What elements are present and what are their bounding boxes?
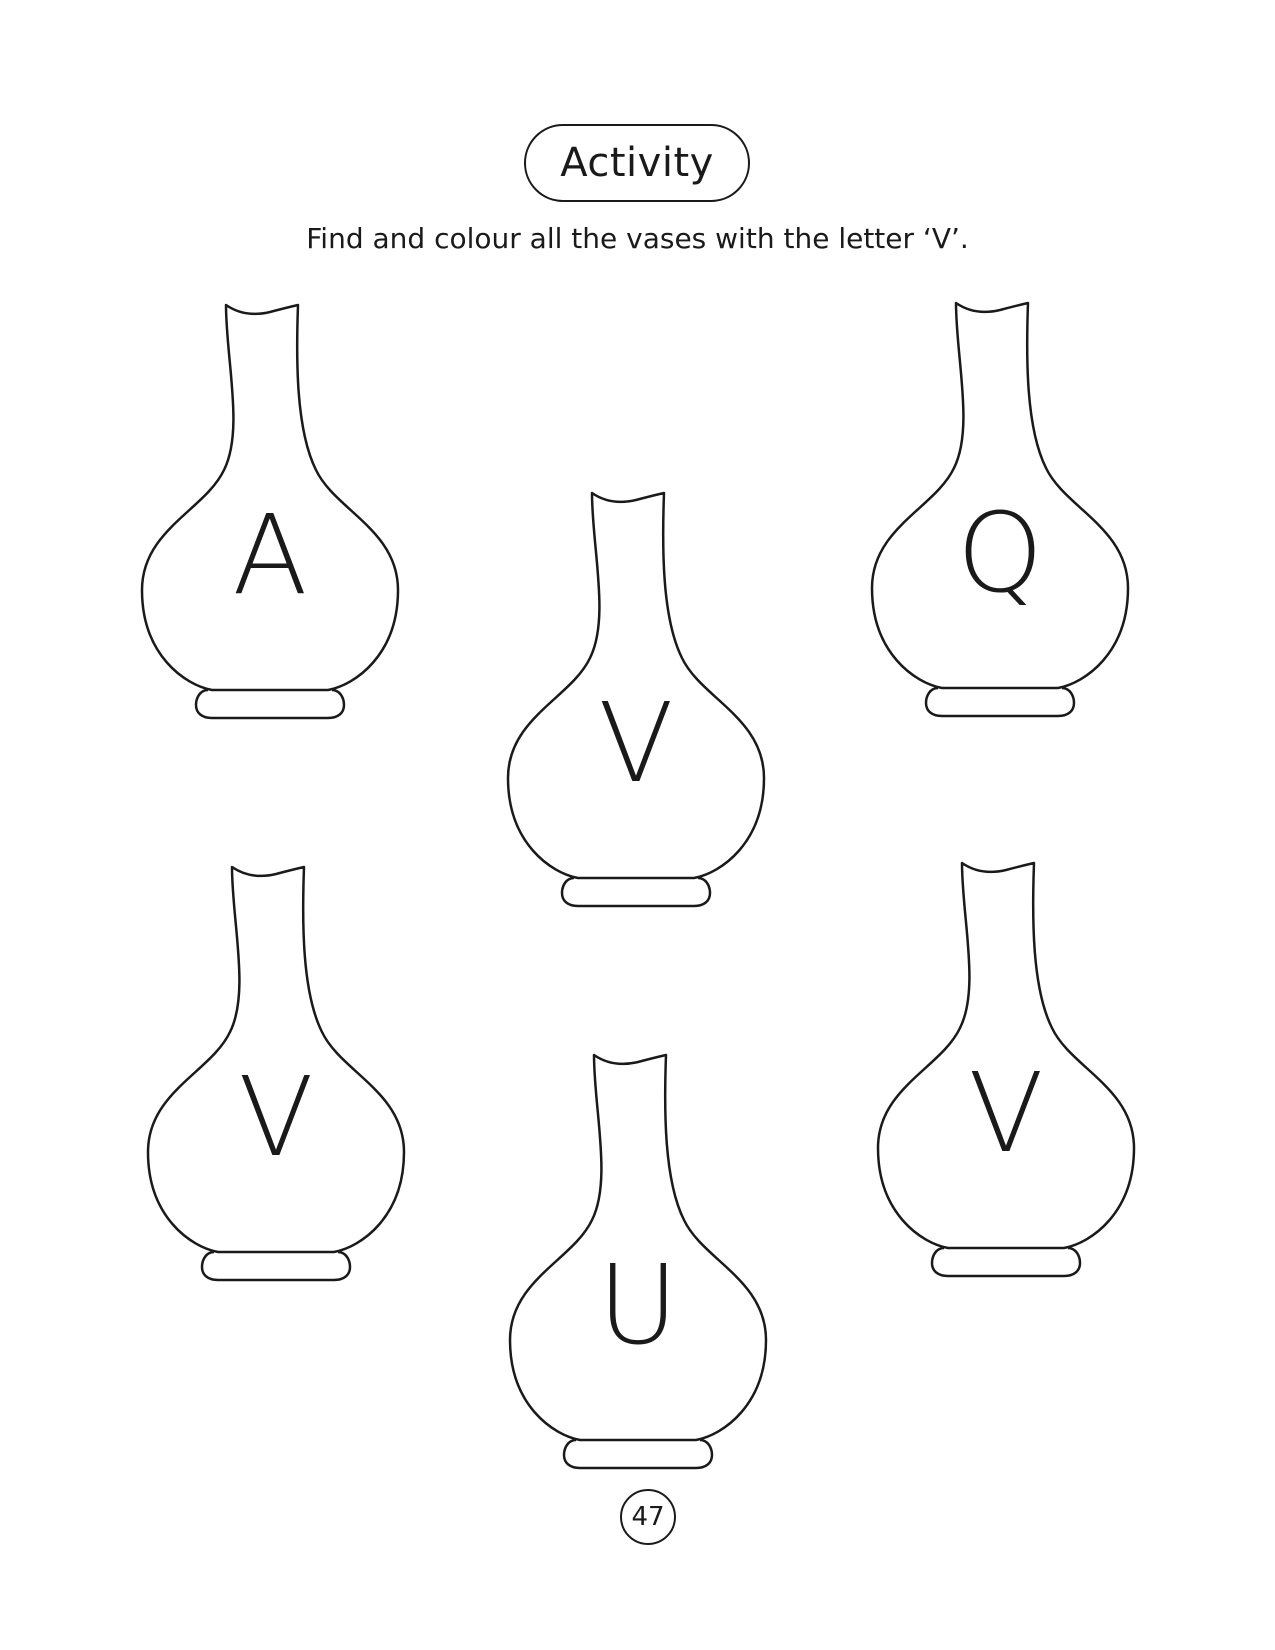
vase-6[interactable]: V bbox=[866, 858, 1146, 1278]
vase-letter: V bbox=[598, 679, 674, 807]
vase-5[interactable]: U bbox=[498, 1050, 778, 1470]
vase-letter: Q bbox=[956, 489, 1044, 617]
page-number: 47 bbox=[620, 1489, 676, 1545]
vase-3[interactable]: Q bbox=[860, 298, 1140, 718]
vase-2[interactable]: V bbox=[496, 488, 776, 908]
vase-4[interactable]: V bbox=[136, 862, 416, 1282]
vase-letter: V bbox=[238, 1053, 314, 1181]
vase-letter: U bbox=[597, 1241, 679, 1369]
instruction-text: Find and colour all the vases with the l… bbox=[306, 222, 969, 255]
vase-1[interactable]: A bbox=[130, 300, 410, 720]
vase-letter: V bbox=[968, 1049, 1044, 1177]
activity-title: Activity bbox=[524, 124, 750, 202]
vase-letter: A bbox=[232, 491, 308, 619]
page-number-text: 47 bbox=[631, 1502, 665, 1532]
activity-title-text: Activity bbox=[560, 140, 714, 186]
